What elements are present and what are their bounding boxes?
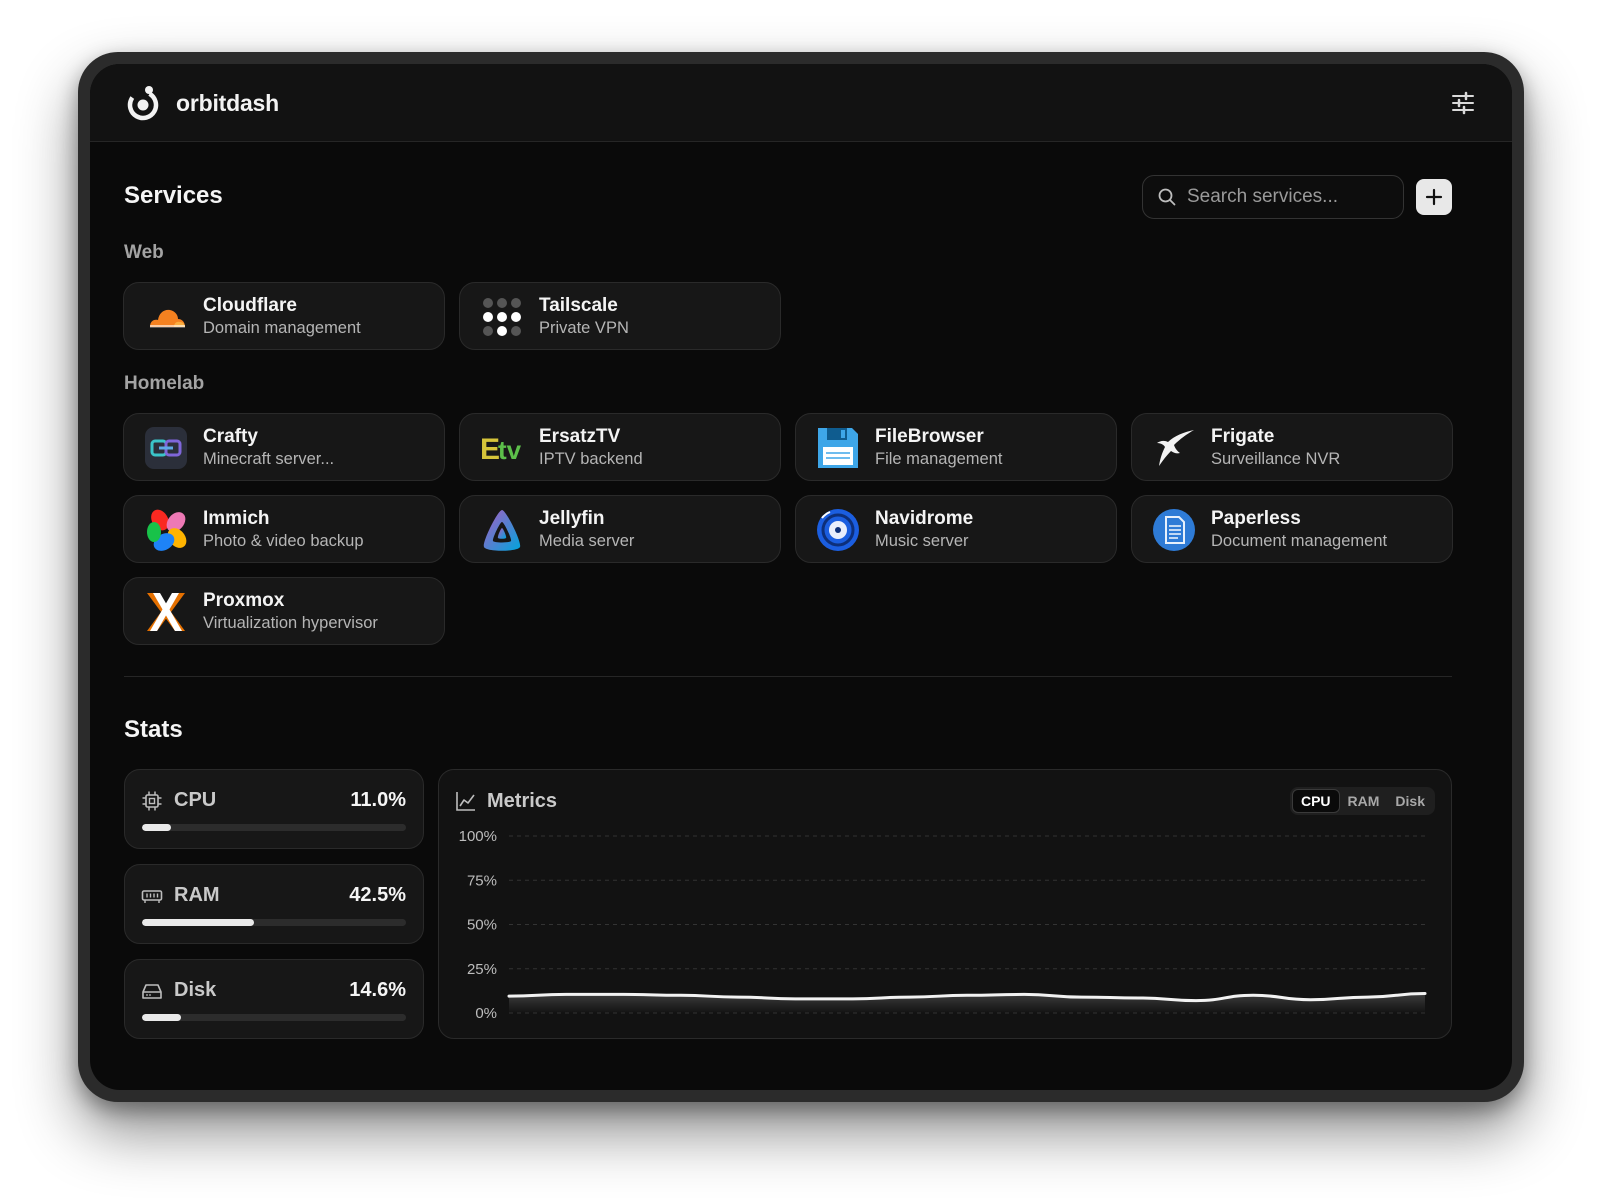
svg-text:tv: tv xyxy=(498,435,522,465)
service-name: ErsatzTV xyxy=(539,426,621,447)
y-tick-label: 50% xyxy=(467,917,497,934)
navidrome-icon xyxy=(817,509,859,551)
filebrowser-icon xyxy=(818,428,858,468)
orbit-logo-icon xyxy=(127,86,159,121)
service-name: Immich xyxy=(203,508,270,529)
service-desc: Surveillance NVR xyxy=(1211,450,1341,468)
service-desc: Virtualization hypervisor xyxy=(203,614,378,632)
search-input[interactable] xyxy=(1187,186,1387,208)
metric-tab-ram[interactable]: RAM xyxy=(1340,789,1388,813)
brand[interactable]: orbitdash xyxy=(124,84,279,122)
stat-value: 42.5% xyxy=(349,884,406,906)
metrics-chart: 100% 75% 50% 25% 0% xyxy=(459,828,1427,1022)
disk-icon xyxy=(142,984,162,999)
frigate-icon xyxy=(1157,430,1194,466)
y-tick-label: 0% xyxy=(475,1005,497,1022)
service-card-ersatztv[interactable]: E tv ErsatzTV IPTV backend xyxy=(459,413,781,481)
group-title-homelab: Homelab xyxy=(124,373,205,394)
paperless-icon xyxy=(1153,509,1195,551)
stat-card-disk: Disk 14.6% xyxy=(124,959,424,1039)
service-desc: Music server xyxy=(875,532,969,550)
service-desc: File management xyxy=(875,450,1003,468)
stats-title: Stats xyxy=(124,716,183,743)
crafty-icon xyxy=(145,427,187,469)
stat-value: 14.6% xyxy=(349,979,406,1001)
service-card-navidrome[interactable]: Navidrome Music server xyxy=(795,495,1117,563)
app-name: orbitdash xyxy=(176,89,279,116)
app-window: orbitdash Services Web xyxy=(90,64,1512,1090)
cloudflare-icon xyxy=(150,309,185,328)
stat-value: 11.0% xyxy=(350,789,406,811)
stat-label: CPU xyxy=(174,789,217,811)
service-name: Jellyfin xyxy=(539,508,605,529)
add-service-button[interactable] xyxy=(1416,179,1452,215)
search-icon xyxy=(1158,188,1176,206)
metrics-card: Metrics CPU RAM Disk 100% 75% 50% 25% 0% xyxy=(438,769,1452,1039)
service-desc: IPTV backend xyxy=(539,450,643,468)
stat-card-cpu: CPU 11.0% xyxy=(124,769,424,849)
metric-tab-cpu[interactable]: CPU xyxy=(1291,789,1340,813)
service-card-jellyfin[interactable]: Jellyfin Media server xyxy=(459,495,781,563)
services-title: Services xyxy=(124,182,223,209)
progress-fill xyxy=(142,1014,181,1021)
section-divider xyxy=(124,676,1452,677)
service-card-cloudflare[interactable]: Cloudflare Domain management xyxy=(123,282,445,350)
progress-track xyxy=(142,824,406,831)
progress-fill xyxy=(142,919,255,926)
stat-label: RAM xyxy=(174,884,220,906)
progress-track xyxy=(142,1014,406,1021)
y-tick-label: 75% xyxy=(467,872,497,889)
service-name: Crafty xyxy=(203,426,258,447)
service-name: Tailscale xyxy=(539,295,618,316)
stat-label: Disk xyxy=(174,979,217,1001)
service-desc: Domain management xyxy=(203,319,361,337)
service-card-paperless[interactable]: Paperless Document management xyxy=(1131,495,1453,563)
service-desc: Document management xyxy=(1211,532,1388,550)
tailscale-icon xyxy=(483,298,521,336)
service-card-immich[interactable]: Immich Photo & video backup xyxy=(123,495,445,563)
jellyfin-icon xyxy=(483,510,521,551)
ersatztv-icon: E tv xyxy=(480,433,522,466)
service-name: Frigate xyxy=(1211,426,1275,447)
service-card-tailscale[interactable]: Tailscale Private VPN xyxy=(459,282,781,350)
sliders-icon[interactable] xyxy=(1450,90,1476,116)
metrics-title: Metrics xyxy=(487,790,558,812)
service-name: Proxmox xyxy=(203,590,285,611)
top-bar: orbitdash xyxy=(90,64,1512,142)
service-desc: Private VPN xyxy=(539,319,629,337)
svg-text:E: E xyxy=(480,433,500,466)
proxmox-icon xyxy=(147,593,185,631)
ram-icon xyxy=(141,890,163,903)
progress-track xyxy=(142,919,406,926)
cpu-icon xyxy=(142,791,162,811)
search-box[interactable] xyxy=(1142,175,1404,219)
service-desc: Photo & video backup xyxy=(203,532,364,550)
service-name: FileBrowser xyxy=(875,426,984,447)
service-desc: Minecraft server... xyxy=(203,450,335,468)
service-card-proxmox[interactable]: Proxmox Virtualization hypervisor xyxy=(123,577,445,645)
chart-line-icon xyxy=(456,792,475,811)
service-name: Paperless xyxy=(1211,508,1301,529)
group-title-web: Web xyxy=(124,242,164,263)
plus-icon xyxy=(1425,188,1443,206)
y-tick-label: 100% xyxy=(459,828,497,845)
y-tick-label: 25% xyxy=(467,961,497,978)
service-card-crafty[interactable]: Crafty Minecraft server... xyxy=(123,413,445,481)
service-desc: Media server xyxy=(539,532,635,550)
immich-icon xyxy=(147,509,187,551)
progress-fill xyxy=(142,824,172,831)
device-frame: orbitdash Services Web xyxy=(78,52,1524,1102)
stat-card-ram: RAM 42.5% xyxy=(124,864,424,944)
service-card-frigate[interactable]: Frigate Surveillance NVR xyxy=(1131,413,1453,481)
service-name: Cloudflare xyxy=(203,295,297,316)
metric-tab-disk[interactable]: Disk xyxy=(1387,789,1433,813)
service-name: Navidrome xyxy=(875,508,974,529)
metric-toggle: CPU RAM Disk xyxy=(1289,787,1435,815)
service-card-filebrowser[interactable]: FileBrowser File management xyxy=(795,413,1117,481)
